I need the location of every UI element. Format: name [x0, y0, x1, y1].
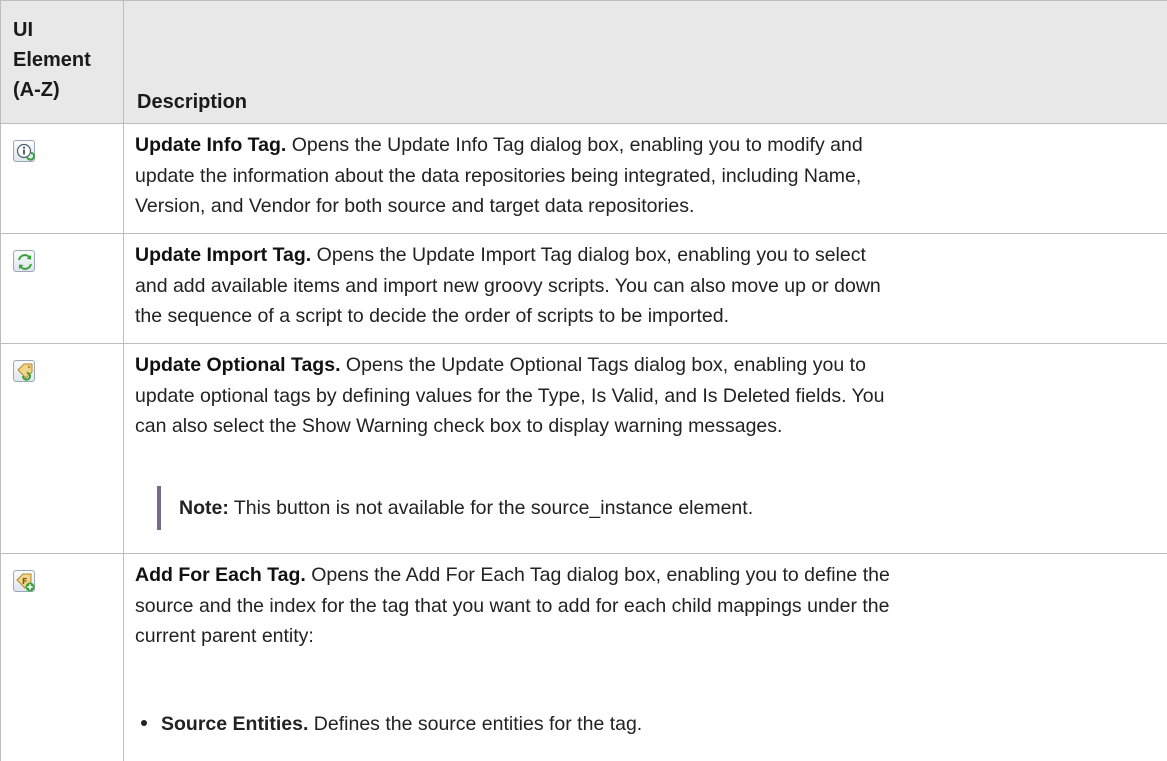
bullet-label: Source Entities. — [161, 713, 309, 735]
list-item: Source Entities. Defines the source enti… — [141, 709, 642, 739]
update-import-tag-icon[interactable] — [13, 250, 35, 272]
ui-elements-table: UI Element (A-Z) Description Update Info… — [0, 0, 1167, 761]
row-divider — [1, 233, 1167, 234]
note-text: This button is not available for the sou… — [228, 497, 754, 519]
row-description: Update Optional Tags. Opens the Update O… — [135, 354, 885, 437]
row-title: Update Info Tag. — [135, 134, 287, 156]
row-divider — [1, 553, 1167, 554]
header-ui-element: UI Element (A-Z) — [13, 19, 91, 101]
column-divider — [123, 0, 124, 761]
row-divider — [1, 343, 1167, 344]
row-description: Update Info Tag. Opens the Update Info T… — [135, 134, 863, 217]
note-callout: Note: This button is not available for t… — [157, 486, 753, 530]
row-title: Update Import Tag. — [135, 244, 312, 266]
update-info-tag-icon[interactable] — [13, 140, 35, 162]
add-for-each-tag-icon[interactable]: F — [13, 570, 35, 592]
header-description: Description — [137, 91, 248, 113]
bullet-text: Defines the source entities for the tag. — [308, 713, 643, 735]
table-header-row: UI Element (A-Z) Description — [1, 0, 1167, 124]
row-title: Add For Each Tag. — [135, 564, 306, 586]
update-optional-tags-icon[interactable] — [13, 360, 35, 382]
note-label: Note: — [179, 497, 229, 519]
row-description: Update Import Tag. Opens the Update Impo… — [135, 244, 881, 327]
bullet-icon — [141, 719, 147, 726]
row-description: Add For Each Tag. Opens the Add For Each… — [135, 564, 890, 647]
row-title: Update Optional Tags. — [135, 354, 341, 376]
